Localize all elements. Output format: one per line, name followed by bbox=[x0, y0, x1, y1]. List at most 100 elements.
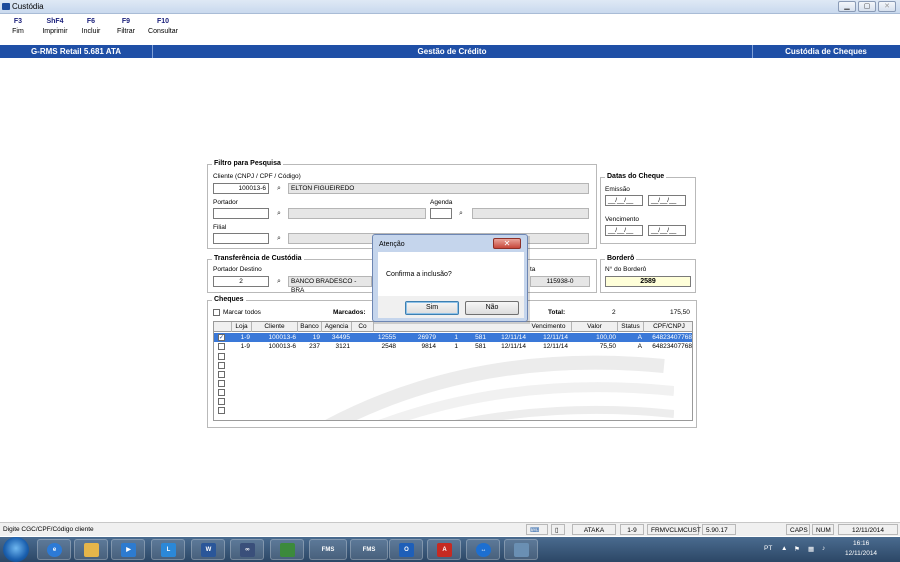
cell-valor: 100,00 bbox=[596, 334, 616, 341]
cell-vencimento: 12/11/14 bbox=[543, 334, 568, 341]
tray-flag-icon[interactable]: ⚑ bbox=[794, 545, 800, 553]
check-dates-panel: Datas do Cheque Emissão __/__/__ __/__/_… bbox=[600, 173, 696, 244]
page-icon: ▯ bbox=[551, 524, 565, 535]
column-header-check bbox=[214, 322, 232, 332]
vencimento-end-input[interactable]: __/__/__ bbox=[648, 225, 686, 236]
fim-button[interactable]: F3 Fim bbox=[6, 18, 30, 35]
nao-button[interactable]: Não bbox=[465, 301, 519, 315]
tray-network-icon[interactable]: ▦ bbox=[808, 545, 814, 553]
bordero-number-field: 2589 bbox=[605, 276, 691, 287]
portador-destino-name: BANCO BRADESCO - BRA bbox=[288, 276, 372, 294]
taskbar-lync[interactable]: L bbox=[151, 539, 185, 560]
maximize-button[interactable]: ▢ bbox=[858, 1, 876, 12]
row-checkbox[interactable] bbox=[218, 389, 225, 396]
column-header[interactable]: Agencia bbox=[322, 322, 352, 332]
column-header[interactable]: Co bbox=[352, 322, 374, 332]
start-button[interactable] bbox=[3, 537, 29, 562]
fkey-code: F9 bbox=[121, 18, 131, 25]
column-header[interactable]: CPF/CNPJ bbox=[644, 322, 692, 332]
row-checkbox[interactable] bbox=[218, 371, 225, 378]
portador-destino-input[interactable]: 2 bbox=[213, 276, 269, 287]
column-header[interactable]: Valor bbox=[572, 322, 618, 332]
portador-input[interactable] bbox=[213, 208, 269, 219]
imprimir-button[interactable]: ShF4 Imprimir bbox=[38, 18, 72, 35]
fkey-code: F10 bbox=[156, 18, 170, 25]
confirm-dialog: Atenção ✕ Confirma a inclusão? Sim Não bbox=[372, 234, 528, 322]
taskbar-excel[interactable] bbox=[270, 539, 304, 560]
column-header[interactable]: Loja bbox=[232, 322, 252, 332]
acrobat-icon: A bbox=[437, 543, 452, 557]
taskbar-media[interactable]: ▶ bbox=[111, 539, 145, 560]
clock-date[interactable]: 12/11/2014 bbox=[845, 550, 877, 557]
fkey-label: Filtrar bbox=[117, 28, 135, 35]
status-user: ATAKA bbox=[572, 524, 616, 535]
consultar-button[interactable]: F10 Consultar bbox=[146, 18, 180, 35]
cell-cliente: 100013-6 bbox=[268, 334, 296, 341]
minimize-button[interactable]: ▁ bbox=[838, 1, 856, 12]
row-checkbox[interactable] bbox=[218, 407, 225, 414]
taskbar-teamviewer[interactable]: ↔ bbox=[466, 539, 500, 560]
fkey-label: Imprimir bbox=[42, 28, 68, 35]
search-binoculars-icon[interactable]: ⌕ bbox=[274, 184, 284, 193]
column-header[interactable]: Vencimento bbox=[526, 322, 572, 332]
cell-agencia: 34495 bbox=[331, 334, 350, 341]
row-checkbox[interactable]: ✓ bbox=[218, 334, 225, 341]
taskbar-ie[interactable]: e bbox=[37, 539, 71, 560]
row-checkbox[interactable] bbox=[218, 353, 225, 360]
taskbar-fms[interactable]: FMS bbox=[309, 539, 347, 560]
cell-cpf: 64823407768 bbox=[652, 334, 692, 341]
marcados-label: Marcados: bbox=[333, 309, 366, 316]
taskbar-app2[interactable] bbox=[504, 539, 538, 560]
vencimento-start-input[interactable]: __/__/__ bbox=[605, 225, 643, 236]
row-checkbox[interactable] bbox=[218, 380, 225, 387]
taskbar-word[interactable]: W bbox=[191, 539, 225, 560]
marcar-todos-checkbox[interactable] bbox=[213, 309, 220, 316]
incluir-button[interactable]: F6 Incluir bbox=[78, 18, 104, 35]
filtrar-button[interactable]: F9 Filtrar bbox=[113, 18, 139, 35]
dialog-close-button[interactable]: ✕ bbox=[493, 238, 521, 249]
fkey-code: ShF4 bbox=[46, 18, 64, 25]
row-checkbox[interactable] bbox=[218, 362, 225, 369]
column-header[interactable]: Cliente bbox=[252, 322, 298, 332]
fms-icon: FMS bbox=[321, 547, 335, 553]
clock-time[interactable]: 16:16 bbox=[853, 540, 869, 547]
sim-button[interactable]: Sim bbox=[405, 301, 459, 315]
cell-status: A bbox=[637, 343, 642, 350]
emissao-start-input[interactable]: __/__/__ bbox=[605, 195, 643, 206]
close-button[interactable]: ✕ bbox=[878, 1, 896, 12]
internet-explorer-icon: e bbox=[47, 543, 62, 557]
language-indicator[interactable]: PT bbox=[764, 545, 772, 552]
search-binoculars-icon[interactable]: ⌕ bbox=[274, 234, 284, 243]
filial-input[interactable] bbox=[213, 233, 269, 244]
window-title-bar: Custódia ▁ ▢ ✕ bbox=[0, 0, 900, 14]
bordero-panel: Borderô N° do Borderô 2589 bbox=[600, 255, 696, 293]
table-row[interactable]: ✓ 1-9 100013-6 19 34495 12555 26979 1 58… bbox=[214, 333, 692, 342]
cell-cheque: 9814 bbox=[421, 343, 436, 350]
filial-label: Filial bbox=[213, 224, 227, 231]
search-binoculars-icon[interactable]: ⌕ bbox=[274, 277, 284, 286]
taskbar-outlook[interactable]: O bbox=[389, 539, 423, 560]
taskbar-app[interactable]: ∞ bbox=[230, 539, 264, 560]
dialog-body: Confirma a inclusão? bbox=[378, 252, 524, 296]
fkey-code: F6 bbox=[86, 18, 96, 25]
row-checkbox[interactable] bbox=[218, 398, 225, 405]
column-header[interactable]: Status bbox=[618, 322, 644, 332]
search-binoculars-icon[interactable]: ⌕ bbox=[274, 209, 284, 218]
agenda-input[interactable] bbox=[430, 208, 452, 219]
cell-emissao: 12/11/14 bbox=[501, 334, 526, 341]
cliente-code-input[interactable]: 100013-6 bbox=[213, 183, 269, 194]
table-row[interactable]: 1-9 100013-6 237 3121 2548 9814 1 581 12… bbox=[214, 342, 692, 351]
column-header[interactable]: Banco bbox=[298, 322, 322, 332]
taskbar-fms-2[interactable]: FMS bbox=[350, 539, 388, 560]
total-count: 2 bbox=[612, 309, 616, 316]
taskbar-explorer[interactable] bbox=[74, 539, 108, 560]
cheques-table[interactable]: Loja Cliente Banco Agencia Co Vencimento… bbox=[213, 321, 693, 421]
tray-arrow-icon[interactable]: ▲ bbox=[781, 545, 787, 552]
taskbar-acrobat[interactable]: A bbox=[427, 539, 461, 560]
tray-volume-icon[interactable]: ♪ bbox=[822, 545, 825, 552]
spreadsheet-icon bbox=[280, 543, 295, 557]
row-checkbox[interactable] bbox=[218, 343, 225, 350]
lync-icon: L bbox=[161, 543, 176, 557]
search-binoculars-icon[interactable]: ⌕ bbox=[456, 209, 466, 218]
emissao-end-input[interactable]: __/__/__ bbox=[648, 195, 686, 206]
